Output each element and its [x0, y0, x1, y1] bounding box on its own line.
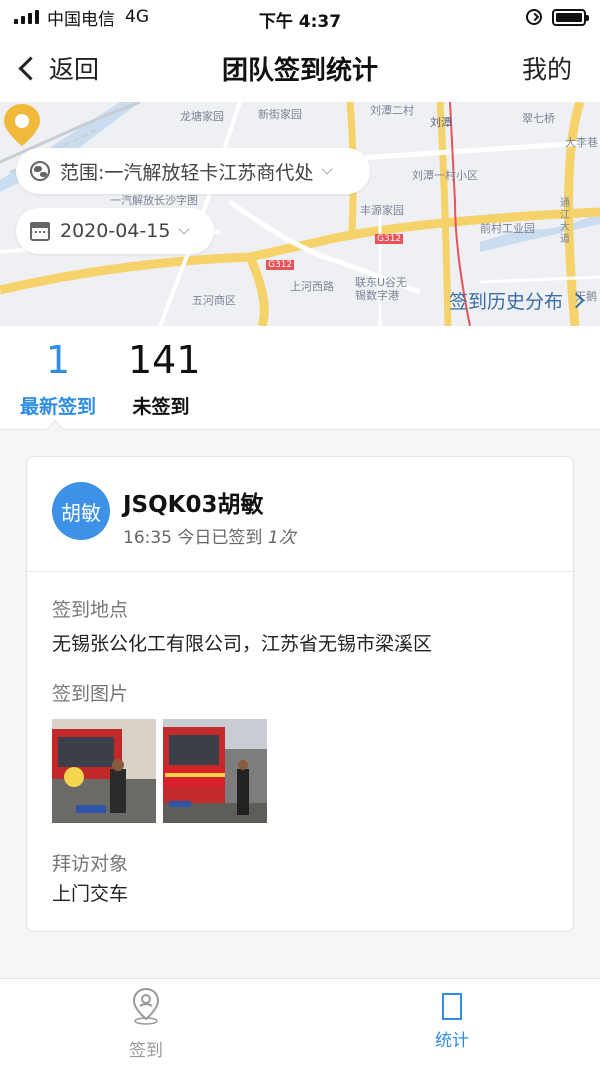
date-filter[interactable]: 2020-04-15 — [16, 208, 214, 254]
tab-stats-label: 统计 — [435, 1031, 469, 1051]
rotation-lock-icon — [526, 9, 542, 25]
absent-count: 141 — [128, 338, 201, 382]
status-bar: 中国电信 4G 下午 4:37 — [0, 0, 600, 34]
map-place-label: 龙塘家园 — [180, 110, 224, 123]
stats-tabs: 1 最新签到 141 未签到 — [0, 326, 600, 430]
checkin-count: 1次 — [267, 528, 296, 548]
checkin-card[interactable]: 胡敏 JSQK03胡敏 16:35 今日已签到 1次 签到地点 无锡张公化工有限… — [26, 456, 574, 932]
nav-bar: 返回 团队签到统计 我的 — [0, 34, 600, 102]
map-place-label: 联东U谷无锡数字港 — [355, 276, 408, 302]
visit-target-label: 拜访对象 — [52, 853, 129, 875]
document-icon — [442, 993, 462, 1020]
latest-label: 最新签到 — [19, 396, 96, 418]
map-place-label: 一汽解放长沙字图 — [110, 194, 198, 207]
map-place-label: 大李巷 — [565, 136, 598, 149]
tab-checkin[interactable]: 签到 — [86, 987, 206, 1061]
map-place-label: 新街家园 — [258, 108, 302, 121]
photos-label: 签到图片 — [52, 683, 129, 705]
history-link-label: 签到历史分布 — [448, 291, 563, 313]
map-view[interactable]: 龙塘家园 新街家园 刘潭二村 刘潭 一汽解放长沙字图 刘潭一村小区 丰源家园 前… — [0, 102, 600, 326]
date-filter-label: 2020-04-15 — [60, 220, 171, 242]
checkin-status: 今日已签到 — [177, 528, 263, 548]
map-road-shield: G312 — [375, 234, 404, 244]
history-distribution-link[interactable]: 签到历史分布 — [448, 287, 585, 314]
map-place-label: 翠七桥 — [522, 112, 555, 125]
location-icon — [132, 987, 160, 1025]
latest-count: 1 — [45, 338, 71, 382]
checkin-meta: 16:35 今日已签到 1次 — [123, 523, 296, 548]
checkin-photo[interactable] — [163, 719, 267, 823]
bottom-tab-bar: 签到 统计 — [0, 978, 600, 1067]
checkin-photo[interactable] — [52, 719, 156, 823]
divider — [27, 571, 573, 572]
calendar-icon — [30, 221, 50, 241]
tab-checkin-label: 签到 — [129, 1041, 163, 1061]
tab-latest-checkin[interactable]: 1 最新签到 — [16, 338, 100, 419]
clock: 下午 4:37 — [258, 12, 342, 32]
globe-icon — [30, 161, 50, 181]
tab-stats[interactable]: 统计 — [392, 987, 512, 1051]
absent-label: 未签到 — [132, 396, 190, 418]
location-label: 签到地点 — [52, 599, 129, 621]
location-pin-icon — [4, 104, 40, 146]
map-place-label: 五河商区 — [192, 294, 236, 307]
location-value: 无锡张公化工有限公司，江苏省无锡市梁溪区 — [52, 633, 433, 655]
chevron-right-icon — [568, 292, 585, 309]
avatar: 胡敏 — [52, 482, 110, 540]
map-place-label: 刘潭 — [430, 116, 452, 129]
mine-button[interactable]: 我的 — [522, 50, 572, 86]
map-place-label: 通江大道 — [560, 198, 570, 245]
visit-target-value: 上门交车 — [52, 883, 129, 905]
checkin-time: 16:35 — [123, 528, 172, 548]
scope-filter[interactable]: 范围:一汽解放轻卡江苏商代处 — [16, 148, 370, 194]
map-place-label: 前村工业园 — [480, 222, 535, 235]
map-place-label: 上河西路 — [290, 280, 334, 293]
tab-not-checked-in[interactable]: 141 未签到 — [128, 338, 201, 419]
chevron-down-icon — [321, 163, 334, 175]
map-place-label: 刘潭二村 — [370, 104, 414, 117]
page-title: 团队签到统计 — [221, 55, 378, 86]
member-name: JSQK03胡敏 — [123, 492, 264, 518]
map-place-label: 丰源家园 — [360, 204, 404, 217]
map-place-label: 刘潭一村小区 — [412, 169, 478, 182]
scope-filter-label: 范围:一汽解放轻卡江苏商代处 — [60, 161, 314, 184]
chevron-down-icon — [178, 223, 191, 235]
map-road-shield: G312 — [266, 260, 295, 270]
battery-icon — [552, 8, 589, 26]
